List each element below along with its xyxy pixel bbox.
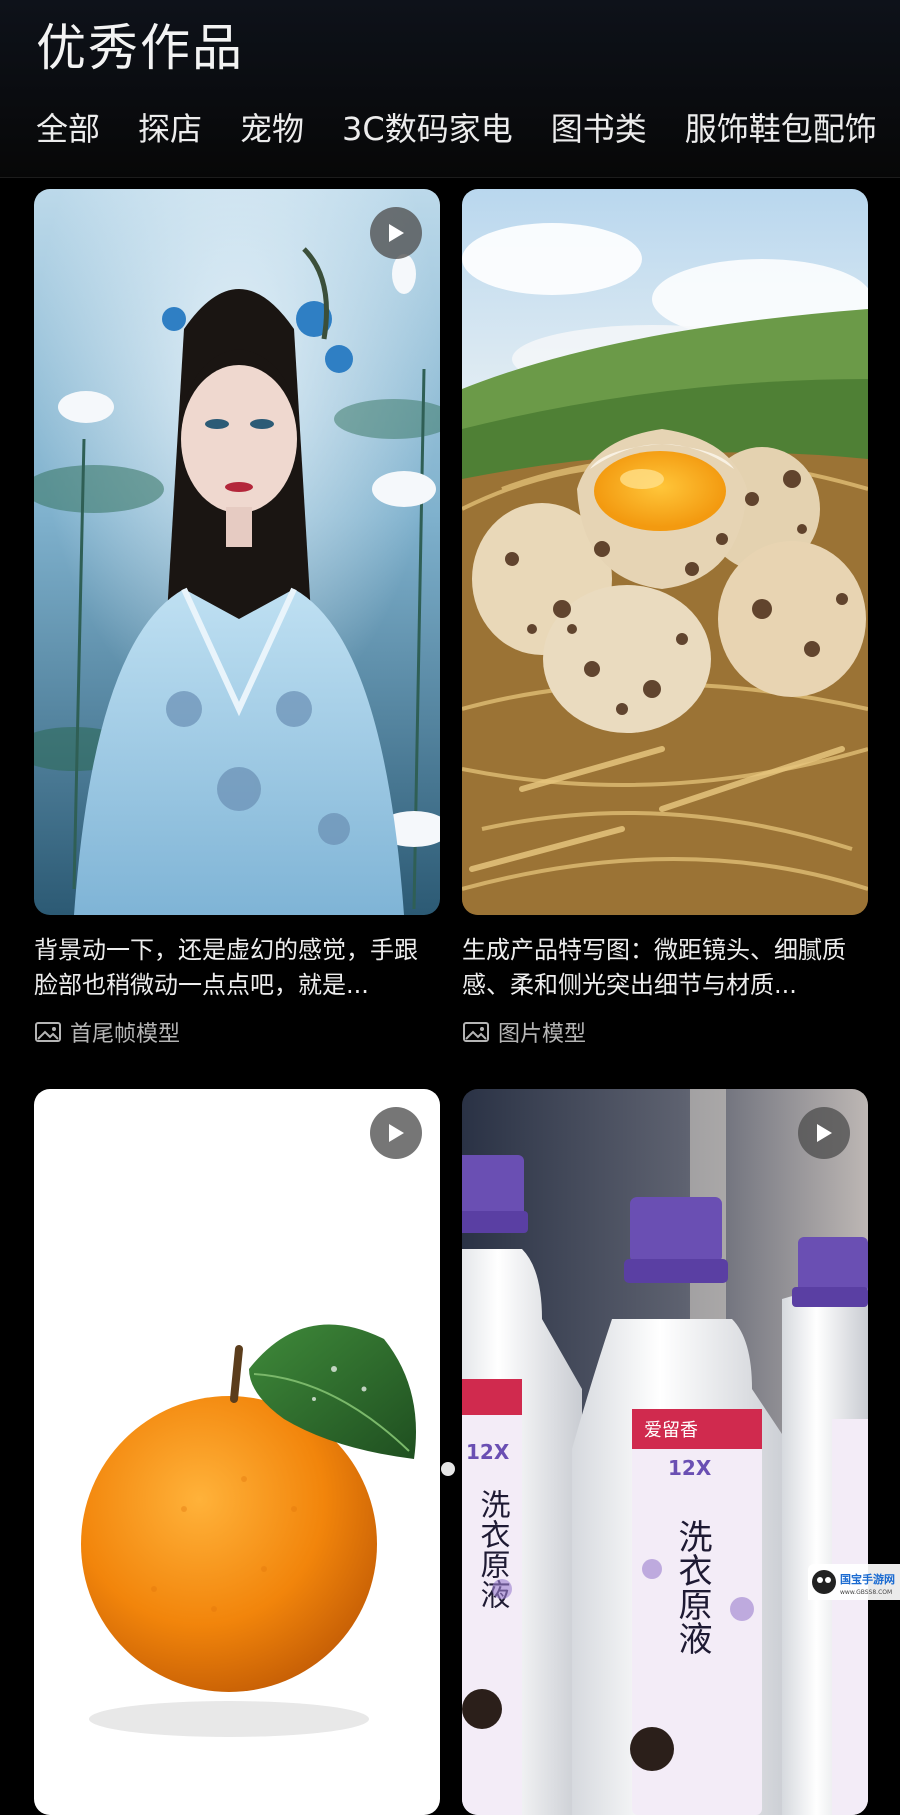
work-description: 背景动一下，还是虚幻的感觉，手跟脸部也稍微动一点点吧，就是... xyxy=(34,936,418,999)
image-icon xyxy=(463,1022,489,1042)
work-thumbnail[interactable] xyxy=(34,1089,440,1815)
play-button[interactable] xyxy=(370,1107,422,1159)
work-card[interactable]: 爱留香 12X 12X 洗衣原液 洗衣原液 xyxy=(462,1089,868,1815)
watermark-logo: 国宝手游网 www.GBSS8.COM xyxy=(812,1570,895,1596)
tab-3c-appliances[interactable]: 3C数码家电 xyxy=(342,104,513,154)
work-card[interactable]: 生成产品特写图：微距镜头、细腻质感、柔和侧光突出细节与材质... 图片模型 xyxy=(462,189,868,1047)
work-thumbnail[interactable] xyxy=(462,189,868,915)
play-button[interactable] xyxy=(370,207,422,259)
image-icon xyxy=(35,1022,61,1042)
badge-text: 12X xyxy=(466,1440,510,1464)
work-card[interactable]: 背景动一下，还是虚幻的感觉，手跟脸部也稍微动一点点吧，就是... 首尾帧模型 xyxy=(34,189,440,1047)
tab-books[interactable]: 图书类 xyxy=(551,104,647,154)
woman-lotus-image xyxy=(34,189,440,915)
product-name-text: 洗衣原液 xyxy=(672,1519,712,1655)
site-watermark: 国宝手游网 www.GBSS8.COM xyxy=(808,1564,900,1600)
quail-eggs-image xyxy=(462,189,868,915)
play-button[interactable] xyxy=(798,1107,850,1159)
svg-text:国宝手游网: 国宝手游网 xyxy=(840,1572,895,1586)
brand-text: 爱留香 xyxy=(644,1420,698,1441)
tab-all[interactable]: 全部 xyxy=(36,104,100,154)
tab-store-visit[interactable]: 探店 xyxy=(138,104,202,154)
play-icon xyxy=(389,224,404,242)
play-icon xyxy=(817,1124,832,1142)
play-icon xyxy=(389,1124,404,1142)
page-dot xyxy=(441,1462,455,1476)
model-name: 图片模型 xyxy=(498,1022,587,1047)
tab-pets[interactable]: 宠物 xyxy=(240,104,304,154)
page-title: 优秀作品 xyxy=(36,19,244,77)
work-card[interactable] xyxy=(34,1089,440,1815)
model-name: 首尾帧模型 xyxy=(70,1022,181,1047)
header: 优秀作品 全部 探店 宠物 3C数码家电 图书类 服饰鞋包配饰 xyxy=(0,0,900,178)
svg-text:www.GBSS8.COM: www.GBSS8.COM xyxy=(840,1589,892,1596)
category-tabs: 全部 探店 宠物 3C数码家电 图书类 服饰鞋包配饰 xyxy=(36,104,877,154)
tab-apparel[interactable]: 服饰鞋包配饰 xyxy=(685,104,877,154)
badge-text: 12X xyxy=(668,1456,712,1480)
header-divider xyxy=(0,177,900,178)
detergent-bottles-image: 爱留香 12X 12X 洗衣原液 洗衣原液 xyxy=(462,1089,868,1815)
work-description: 生成产品特写图：微距镜头、细腻质感、柔和侧光突出细节与材质... xyxy=(462,936,846,999)
orange-image xyxy=(34,1089,440,1815)
work-thumbnail[interactable] xyxy=(34,189,440,915)
model-label-row: 首尾帧模型 xyxy=(34,1017,440,1047)
model-label-row: 图片模型 xyxy=(462,1017,868,1047)
work-thumbnail[interactable]: 爱留香 12X 12X 洗衣原液 洗衣原液 xyxy=(462,1089,868,1815)
